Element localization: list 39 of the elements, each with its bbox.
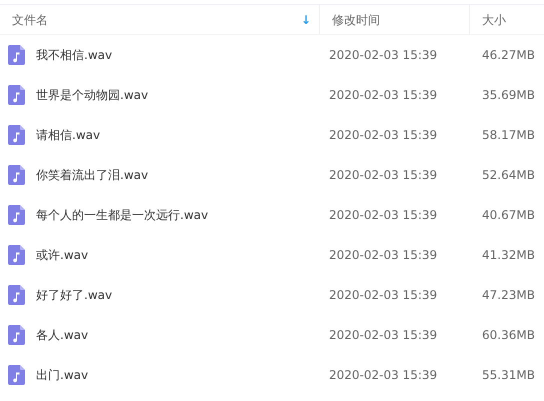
- file-size: 40.67MB: [482, 208, 535, 222]
- music-file-icon: [8, 125, 25, 145]
- file-size: 35.69MB: [482, 88, 535, 102]
- column-header[interactable]: 大小: [482, 10, 506, 28]
- file-name[interactable]: 每个人的一生都是一次远行.wav: [36, 206, 208, 224]
- file-name[interactable]: 或许.wav: [36, 246, 88, 264]
- file-name[interactable]: 我不相信.wav: [36, 46, 112, 64]
- music-file-icon: [8, 325, 25, 345]
- file-size: 60.36MB: [482, 328, 535, 342]
- file-size: 58.17MB: [482, 128, 535, 142]
- file-name[interactable]: 你笑着流出了泪.wav: [36, 166, 148, 184]
- column-header[interactable]: 修改时间: [332, 10, 380, 28]
- modified-time: 2020-02-03 15:39: [329, 48, 438, 62]
- modified-time: 2020-02-03 15:39: [329, 368, 438, 382]
- music-file-icon: [8, 285, 25, 305]
- music-file-icon: [8, 165, 25, 185]
- modified-time: 2020-02-03 15:39: [329, 288, 438, 302]
- file-name[interactable]: 世界是个动物园.wav: [36, 86, 148, 104]
- file-size: 46.27MB: [482, 48, 535, 62]
- column-header[interactable]: 文件名: [12, 10, 48, 28]
- file-size: 41.32MB: [482, 248, 535, 262]
- file-size: 47.23MB: [482, 288, 535, 302]
- modified-time: 2020-02-03 15:39: [329, 328, 438, 342]
- music-file-icon: [8, 85, 25, 105]
- music-file-icon: [8, 245, 25, 265]
- music-file-icon: [8, 205, 25, 225]
- modified-time: 2020-02-03 15:39: [329, 88, 438, 102]
- file-name[interactable]: 各人.wav: [36, 326, 88, 344]
- modified-time: 2020-02-03 15:39: [329, 128, 438, 142]
- file-name[interactable]: 好了好了.wav: [36, 286, 112, 304]
- file-name[interactable]: 请相信.wav: [36, 126, 100, 144]
- modified-time: 2020-02-03 15:39: [329, 248, 438, 262]
- music-file-icon: [8, 365, 25, 385]
- music-file-icon: [8, 45, 25, 65]
- modified-time: 2020-02-03 15:39: [329, 168, 438, 182]
- file-name[interactable]: 出门.wav: [36, 366, 88, 384]
- modified-time: 2020-02-03 15:39: [329, 208, 438, 222]
- file-size: 52.64MB: [482, 168, 535, 182]
- file-size: 55.31MB: [482, 368, 535, 382]
